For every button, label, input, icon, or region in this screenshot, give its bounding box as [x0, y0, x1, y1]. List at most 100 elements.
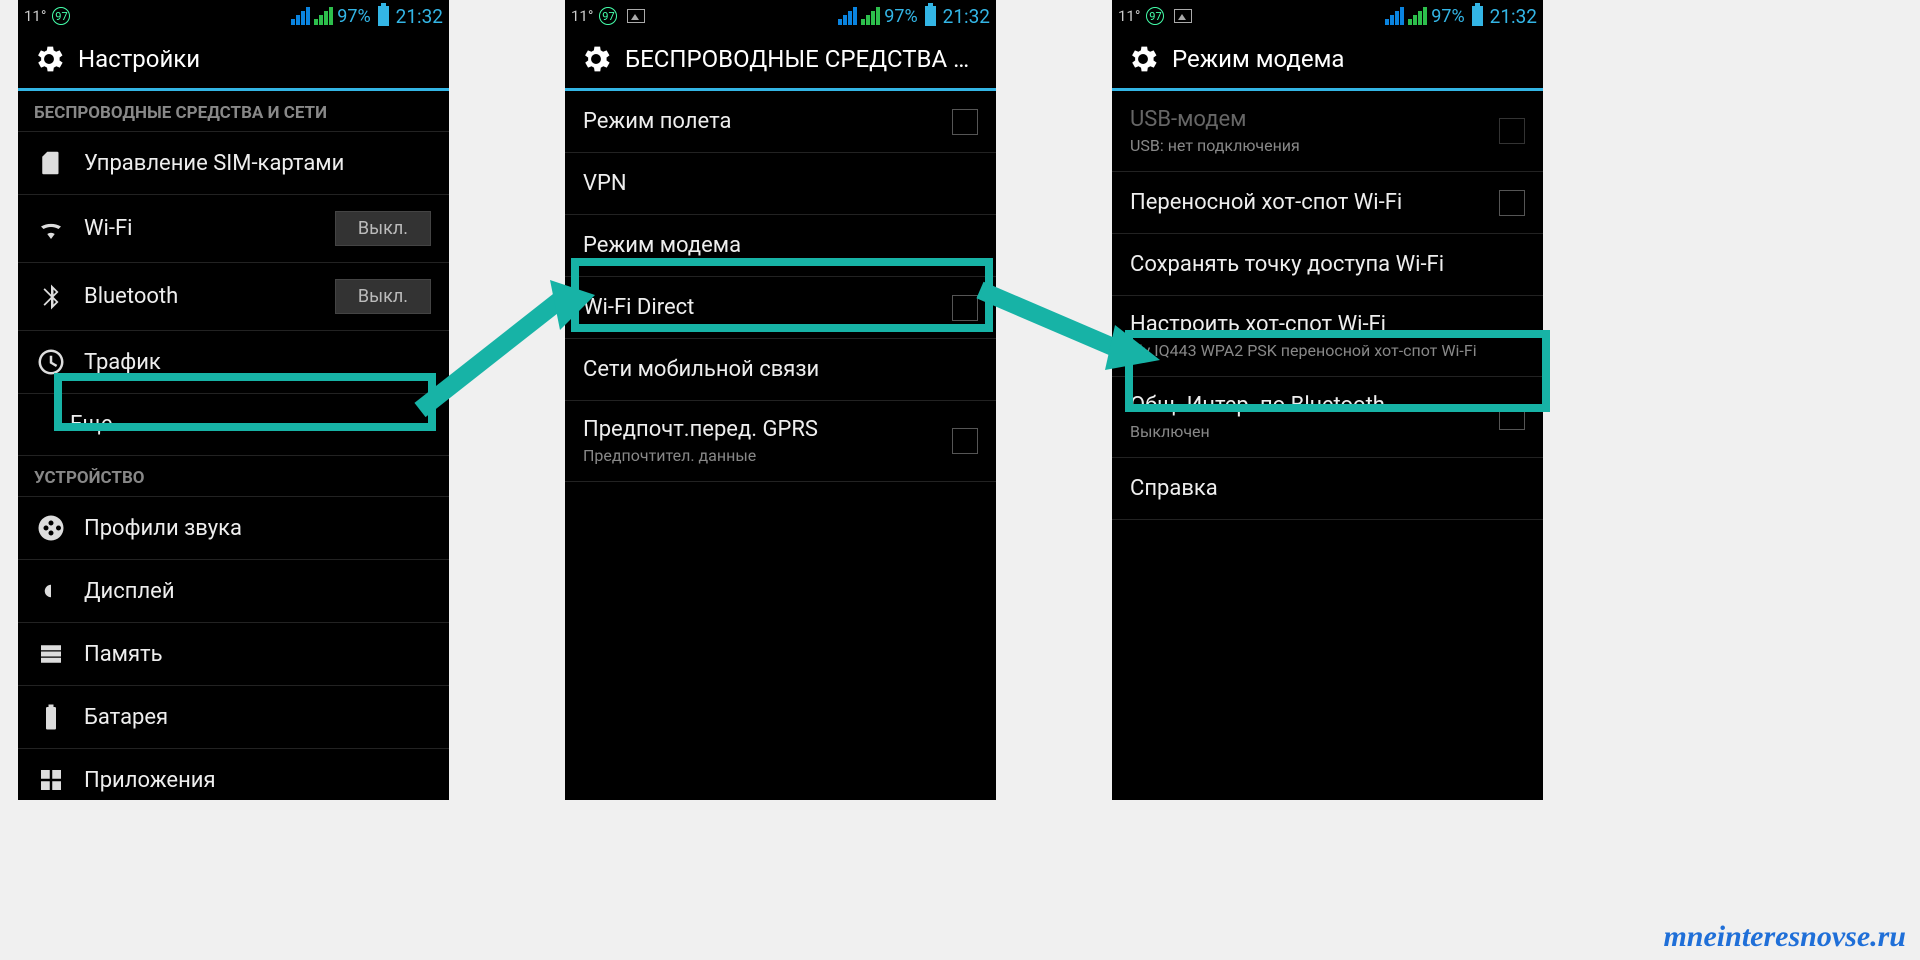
row-label: Сохранять точку доступа Wi-Fi: [1130, 252, 1525, 277]
status-badge: 97: [1146, 7, 1164, 25]
signal-icon-2: [1408, 7, 1427, 25]
row-wifi[interactable]: Wi-Fi Выкл.: [18, 195, 449, 263]
title-bar: Настройки: [18, 32, 449, 91]
checkbox[interactable]: [1499, 404, 1525, 430]
row-label: Предпочт.перед. GPRS: [583, 417, 952, 442]
sound-icon: [36, 513, 66, 543]
row-label: Профили звука: [84, 516, 431, 541]
status-badge: 97: [52, 7, 70, 25]
wifi-toggle[interactable]: Выкл.: [335, 211, 431, 246]
storage-icon: [36, 639, 66, 669]
watermark: mneinteresnovse.ru: [1663, 920, 1906, 954]
apps-icon: [36, 765, 66, 795]
signal-icon-1: [1385, 7, 1404, 25]
title-bar: БЕСПРОВОДНЫЕ СРЕДСТВА И СЕ…: [565, 32, 996, 91]
row-label: Еще…: [70, 412, 431, 437]
status-bar: 11° 97 97% 21:32: [565, 0, 996, 32]
row-gprs[interactable]: Предпочт.перед. GPRS Предпочтител. данны…: [565, 401, 996, 482]
checkbox[interactable]: [952, 428, 978, 454]
row-label: VPN: [583, 171, 978, 196]
row-subtitle: Fly IQ443 WPA2 PSK переносной хот-спот W…: [1130, 341, 1525, 360]
row-sim[interactable]: Управление SIM-картами: [18, 132, 449, 195]
row-label: Дисплей: [84, 579, 431, 604]
row-usb-modem: USB-модем USB: нет подключения: [1112, 91, 1543, 172]
row-help[interactable]: Справка: [1112, 458, 1543, 520]
row-label: Приложения: [84, 768, 431, 793]
checkbox[interactable]: [1499, 190, 1525, 216]
wifi-icon: [36, 214, 66, 244]
clock: 21:32: [1490, 5, 1537, 28]
section-wireless: БЕСПРОВОДНЫЕ СРЕДСТВА И СЕТИ: [18, 91, 449, 132]
row-label: Общ. Интер. по Bluetooth: [1130, 393, 1499, 418]
row-display[interactable]: Дисплей: [18, 560, 449, 623]
temperature: 11°: [24, 7, 46, 25]
temperature: 11°: [1118, 7, 1140, 25]
row-label: Bluetooth: [84, 284, 335, 309]
checkbox[interactable]: [952, 109, 978, 135]
row-label: Управление SIM-картами: [84, 151, 431, 176]
row-sound[interactable]: Профили звука: [18, 497, 449, 560]
gear-icon: [32, 42, 66, 76]
row-keep-hotspot[interactable]: Сохранять точку доступа Wi-Fi: [1112, 234, 1543, 296]
row-label: Батарея: [84, 705, 431, 730]
section-device: УСТРОЙСТВО: [18, 456, 449, 497]
row-label: Wi-Fi: [84, 216, 335, 241]
row-bluetooth[interactable]: Bluetooth Выкл.: [18, 263, 449, 331]
battery-icon: [925, 6, 936, 26]
signal-icon-2: [314, 7, 333, 25]
row-apps[interactable]: Приложения: [18, 749, 449, 800]
battery-percent: 97%: [337, 6, 370, 27]
battery-icon: [36, 702, 66, 732]
sim-icon: [36, 148, 66, 178]
gear-icon: [1126, 42, 1160, 76]
gear-icon: [579, 42, 613, 76]
checkbox[interactable]: [952, 295, 978, 321]
row-label: Переносной хот-спот Wi-Fi: [1130, 190, 1499, 215]
row-label: Справка: [1130, 476, 1525, 501]
row-bt-sharing[interactable]: Общ. Интер. по Bluetooth Выключен: [1112, 377, 1543, 458]
row-traffic[interactable]: Трафик: [18, 331, 449, 394]
clock: 21:32: [943, 5, 990, 28]
row-label: Сети мобильной связи: [583, 357, 978, 382]
display-icon: [36, 576, 66, 606]
row-battery[interactable]: Батарея: [18, 686, 449, 749]
row-setup-hotspot[interactable]: Настроить хот-спот Wi-Fi Fly IQ443 WPA2 …: [1112, 296, 1543, 377]
row-airplane[interactable]: Режим полета: [565, 91, 996, 153]
page-title: Режим модема: [1172, 45, 1344, 73]
gallery-icon: [1174, 9, 1192, 23]
row-label: Память: [84, 642, 431, 667]
status-bar: 11° 97 97% 21:32: [1112, 0, 1543, 32]
bluetooth-toggle[interactable]: Выкл.: [335, 279, 431, 314]
row-memory[interactable]: Память: [18, 623, 449, 686]
status-badge: 97: [599, 7, 617, 25]
row-wifi-direct[interactable]: Wi-Fi Direct: [565, 277, 996, 339]
battery-percent: 97%: [884, 6, 917, 27]
battery-percent: 97%: [1431, 6, 1464, 27]
temperature: 11°: [571, 7, 593, 25]
row-more[interactable]: Еще…: [18, 394, 449, 456]
page-title: Настройки: [78, 45, 200, 73]
clock: 21:32: [396, 5, 443, 28]
row-label: Wi-Fi Direct: [583, 295, 952, 320]
row-portable-hotspot[interactable]: Переносной хот-спот Wi-Fi: [1112, 172, 1543, 234]
status-bar: 11° 97 97% 21:32: [18, 0, 449, 32]
row-vpn[interactable]: VPN: [565, 153, 996, 215]
row-label: Настроить хот-спот Wi-Fi: [1130, 312, 1525, 337]
traffic-icon: [36, 347, 66, 377]
bluetooth-icon: [36, 282, 66, 312]
page-title: БЕСПРОВОДНЫЕ СРЕДСТВА И СЕ…: [625, 45, 982, 73]
signal-icon-1: [291, 7, 310, 25]
row-label: USB-модем: [1130, 107, 1499, 132]
signal-icon-1: [838, 7, 857, 25]
screenshot-wireless: 11° 97 97% 21:32 БЕСПРОВОДНЫЕ СРЕДСТВА И…: [565, 0, 996, 800]
row-subtitle: Предпочтител. данные: [583, 446, 952, 465]
screenshot-settings: 11° 97 97% 21:32 Настройки БЕСПРОВОДНЫЕ …: [18, 0, 449, 800]
title-bar: Режим модема: [1112, 32, 1543, 91]
row-label: Режим полета: [583, 109, 952, 134]
row-mobile-networks[interactable]: Сети мобильной связи: [565, 339, 996, 401]
battery-icon: [378, 6, 389, 26]
row-label: Трафик: [84, 350, 431, 375]
row-tethering[interactable]: Режим модема: [565, 215, 996, 277]
row-subtitle: Выключен: [1130, 422, 1499, 441]
row-label: Режим модема: [583, 233, 978, 258]
